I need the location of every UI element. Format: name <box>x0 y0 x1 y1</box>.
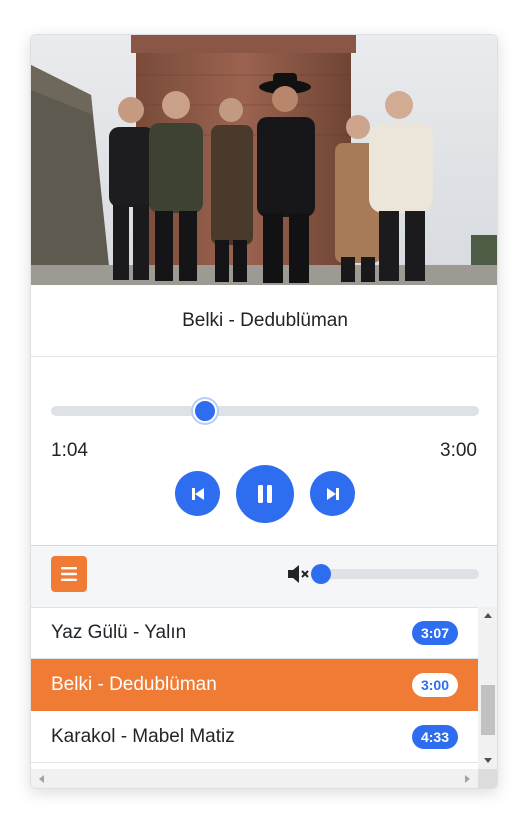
duration-badge: 3:00 <box>411 673 458 697</box>
scroll-left-arrow-icon[interactable] <box>39 775 44 783</box>
duration-badge: 3:07 <box>411 621 458 645</box>
now-playing-title: Belki - Dedublüman <box>31 285 497 357</box>
volume-muted-icon <box>288 565 309 583</box>
music-player-card: Belki - Dedublüman 1:04 3:00 Yaz Gülü - … <box>30 34 498 789</box>
current-time: 1:04 <box>51 440 88 461</box>
next-track-button[interactable] <box>310 471 355 516</box>
hamburger-menu-icon <box>61 567 77 581</box>
scroll-up-arrow-icon[interactable] <box>484 613 492 618</box>
total-duration: 3:00 <box>440 440 477 461</box>
playlist-item-title: Karakol - Mabel Matiz <box>51 725 235 747</box>
album-cover-image <box>31 35 497 285</box>
progress-slider[interactable] <box>51 399 479 423</box>
playlist-item[interactable]: Yaz Gülü - Yalın 3:07 <box>31 608 478 659</box>
volume-slider[interactable] <box>311 564 479 584</box>
pause-button[interactable] <box>236 465 294 523</box>
playlist-item-title: Yaz Gülü - Yalın <box>51 621 187 643</box>
progress-slider-handle[interactable] <box>193 399 218 423</box>
player-toolbar <box>31 545 497 607</box>
playlist: Yaz Gülü - Yalın 3:07 Belki - Dedublüman 3:… <box>31 607 478 769</box>
playlist-item-title: Belki - Dedublüman <box>51 673 217 695</box>
pause-icon <box>258 485 272 503</box>
scroll-right-arrow-icon[interactable] <box>465 775 470 783</box>
playlist-item[interactable]: Belki - Dedublüman 3:00 <box>31 659 478 711</box>
playlist-menu-button[interactable] <box>51 556 87 592</box>
scrollbar-corner <box>478 769 497 788</box>
playlist-item[interactable]: Karakol - Mabel Matiz 4:33 <box>31 711 478 763</box>
playlist-vertical-scrollbar[interactable] <box>478 607 497 769</box>
duration-badge: 4:33 <box>411 725 458 749</box>
scrollbar-thumb[interactable] <box>481 685 495 735</box>
playlist-horizontal-scrollbar[interactable] <box>31 769 478 788</box>
skip-next-icon <box>326 487 339 500</box>
mute-toggle-button[interactable] <box>287 563 313 585</box>
volume-slider-handle[interactable] <box>311 564 331 584</box>
previous-track-button[interactable] <box>175 471 220 516</box>
scroll-down-arrow-icon[interactable] <box>484 758 492 763</box>
skip-previous-icon <box>191 487 204 500</box>
